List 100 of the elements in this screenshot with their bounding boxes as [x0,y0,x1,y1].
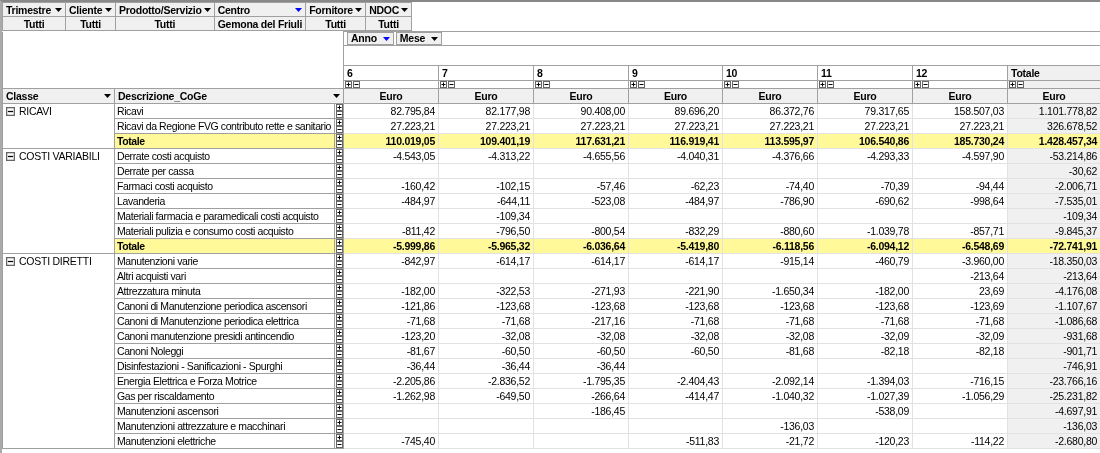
expand-icon[interactable] [335,164,343,171]
collapse-icon[interactable] [732,81,739,88]
collapse-icon[interactable] [335,141,343,148]
table-cell: -123,68 [591,299,625,312]
collapse-icon[interactable] [335,246,343,253]
expand-icon[interactable] [335,194,343,201]
row-field[interactable]: Descrizione_CoGe [118,90,340,102]
table-cell: -123,68 [780,299,814,312]
collapse-icon[interactable] [335,186,343,193]
column-label: 7 [442,67,448,79]
table-cell: -4.376,66 [771,149,814,162]
filter-field[interactable]: Cliente [69,3,112,16]
table-cell: -71,68 [406,314,435,327]
collapse-icon[interactable] [638,81,645,88]
table-cell: -57,46 [596,179,625,192]
expand-icon[interactable] [345,81,352,88]
expand-icon[interactable] [724,81,731,88]
table-cell: 27.223,21 [390,119,435,132]
collapse-icon[interactable] [335,291,343,298]
expand-icon[interactable] [440,81,447,88]
collapse-icon[interactable] [335,396,343,403]
table-cell: Canoni Noleggi [117,344,184,357]
table-cell: -32,08 [690,329,719,342]
collapse-icon[interactable] [335,351,343,358]
collapse-icon[interactable] [335,381,343,388]
filter-field[interactable]: NDOC [369,3,409,16]
table-cell: -4.293,33 [866,149,909,162]
column-label: 8 [537,67,543,79]
collapse-icon[interactable] [335,366,343,373]
column-label: 12 [916,67,928,79]
expand-icon[interactable] [630,81,637,88]
collapse-icon[interactable] [6,152,15,161]
expand-icon[interactable] [335,374,343,381]
filter-field[interactable]: Fornitore [309,3,363,16]
expand-icon[interactable] [335,434,343,441]
expand-icon[interactable] [335,134,343,141]
collapse-icon[interactable] [335,201,343,208]
collapse-icon[interactable] [335,426,343,433]
collapse-icon[interactable] [335,111,343,118]
collapse-icon[interactable] [335,276,343,283]
collapse-icon[interactable] [1017,81,1024,88]
expand-icon[interactable] [335,419,343,426]
table-cell: -880,60 [780,224,814,237]
expand-icon[interactable] [335,344,343,351]
collapse-icon[interactable] [6,257,15,266]
table-cell: -786,90 [780,194,814,207]
collapse-icon[interactable] [922,81,929,88]
collapse-icon[interactable] [448,81,455,88]
collapse-icon[interactable] [335,216,343,223]
expand-icon[interactable] [335,224,343,231]
collapse-icon[interactable] [335,441,343,448]
expand-icon[interactable] [335,284,343,291]
filter-field[interactable]: Prodotto/Servizio [119,3,211,16]
collapse-icon[interactable] [335,261,343,268]
expand-icon[interactable] [335,404,343,411]
table-cell: -4.040,31 [676,149,719,162]
column-label: Totale [1011,67,1040,79]
class-label: RICAVI [19,105,52,118]
table-cell: -901,71 [1063,344,1098,357]
expand-icon[interactable] [335,239,343,246]
row-field[interactable]: Classe [6,90,111,102]
collapse-icon[interactable] [335,321,343,328]
collapse-icon[interactable] [543,81,550,88]
expand-icon[interactable] [535,81,542,88]
expand-icon[interactable] [335,104,343,111]
filter-field[interactable]: Centro [217,3,303,16]
collapse-icon[interactable] [6,107,15,116]
table-cell: -36,44 [596,359,625,372]
expand-icon[interactable] [335,329,343,336]
expand-icon[interactable] [335,209,343,216]
expand-icon[interactable] [335,389,343,396]
table-cell: -614,17 [591,254,625,267]
column-field[interactable]: Anno [347,32,394,45]
collapse-icon[interactable] [353,81,360,88]
expand-icon[interactable] [335,179,343,186]
table-cell: -60,50 [690,344,719,357]
column-label: 6 [347,67,353,79]
table-cell: -160,42 [401,179,435,192]
expand-icon[interactable] [335,254,343,261]
filter-field[interactable]: Trimestre [6,3,62,16]
expand-icon[interactable] [335,314,343,321]
expand-icon[interactable] [335,269,343,276]
expand-icon[interactable] [335,149,343,156]
collapse-icon[interactable] [335,336,343,343]
collapse-icon[interactable] [335,171,343,178]
collapse-icon[interactable] [335,156,343,163]
collapse-icon[interactable] [335,306,343,313]
collapse-icon[interactable] [335,411,343,418]
expand-icon[interactable] [1009,81,1016,88]
expand-icon[interactable] [335,299,343,306]
expand-icon[interactable] [819,81,826,88]
expand-icon[interactable] [335,119,343,126]
column-field[interactable]: Mese [395,32,443,45]
table-cell: -538,09 [875,404,909,417]
expand-icon[interactable] [335,359,343,366]
collapse-icon[interactable] [335,231,343,238]
table-cell: -832,29 [685,224,719,237]
expand-icon[interactable] [914,81,921,88]
collapse-icon[interactable] [827,81,834,88]
collapse-icon[interactable] [335,126,343,133]
